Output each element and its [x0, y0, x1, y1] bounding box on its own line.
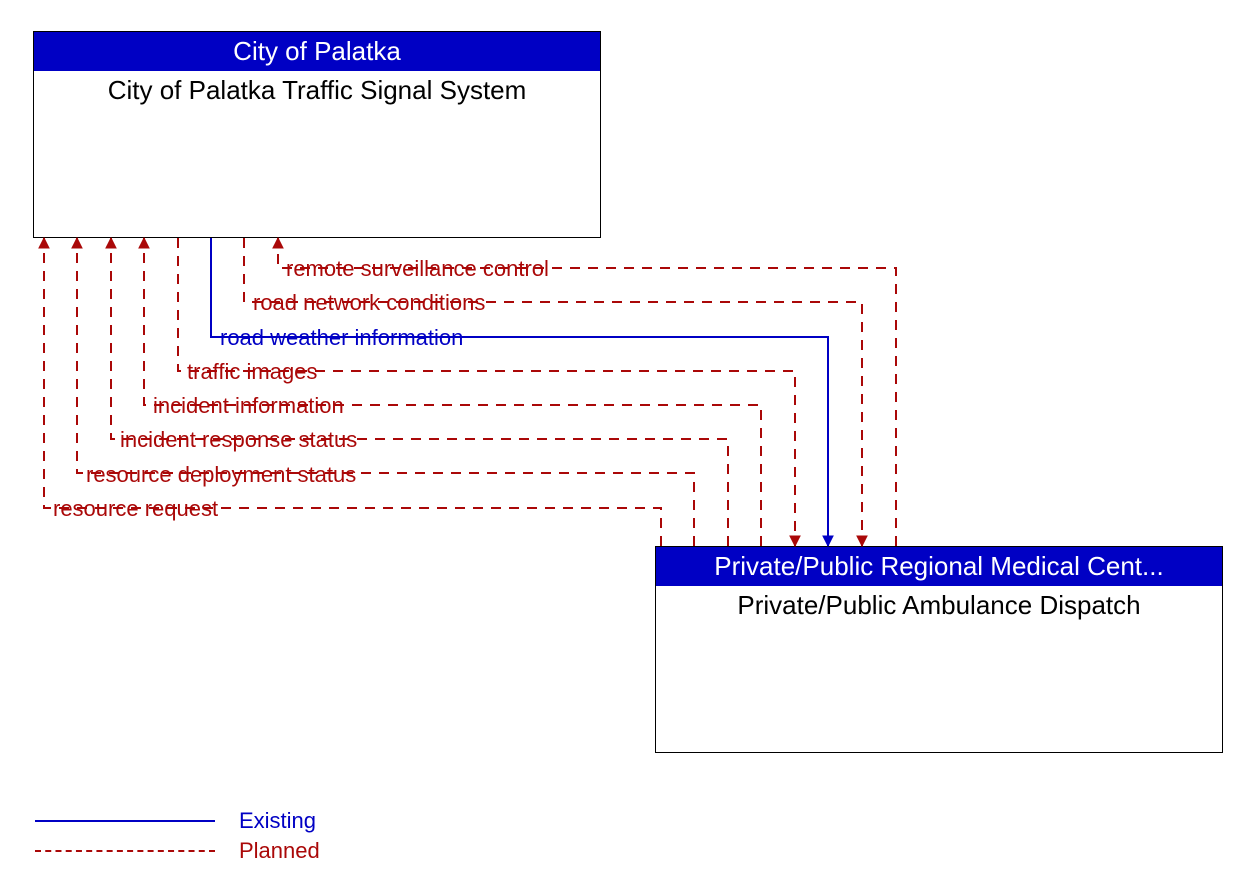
- entity-header-bottom: Private/Public Regional Medical Cent...: [656, 547, 1222, 586]
- entity-body-top: City of Palatka Traffic Signal System: [34, 71, 600, 110]
- entity-box-bottom: Private/Public Regional Medical Cent... …: [655, 546, 1223, 753]
- flow-label-resource-request: resource request: [53, 496, 218, 522]
- legend-text-planned: Planned: [239, 838, 320, 864]
- legend-line-existing-icon: [35, 820, 215, 822]
- entity-box-top: City of Palatka City of Palatka Traffic …: [33, 31, 601, 238]
- flow-line-road-weather-information: [211, 238, 828, 546]
- legend-line-planned-icon: [35, 850, 215, 852]
- flow-line-incident-information: [144, 238, 761, 546]
- flow-label-remote-surveillance-control: remote surveillance control: [286, 256, 549, 282]
- flow-label-incident-information: incident information: [153, 393, 344, 419]
- entity-header-top: City of Palatka: [34, 32, 600, 71]
- flow-label-traffic-images: traffic images: [187, 359, 317, 385]
- legend-row-existing: Existing: [35, 806, 320, 836]
- flow-line-road-network-conditions: [244, 238, 862, 546]
- flow-line-traffic-images: [178, 238, 795, 546]
- flow-label-road-weather-information: road weather information: [220, 325, 463, 351]
- legend-text-existing: Existing: [239, 808, 316, 834]
- flow-label-incident-response-status: incident response status: [120, 427, 357, 453]
- flow-label-resource-deployment-status: resource deployment status: [86, 462, 356, 488]
- legend-row-planned: Planned: [35, 836, 320, 866]
- flow-line-remote-surveillance-control: [278, 238, 896, 546]
- entity-body-bottom: Private/Public Ambulance Dispatch: [656, 586, 1222, 625]
- legend: Existing Planned: [35, 806, 320, 866]
- flow-label-road-network-conditions: road network conditions: [253, 290, 485, 316]
